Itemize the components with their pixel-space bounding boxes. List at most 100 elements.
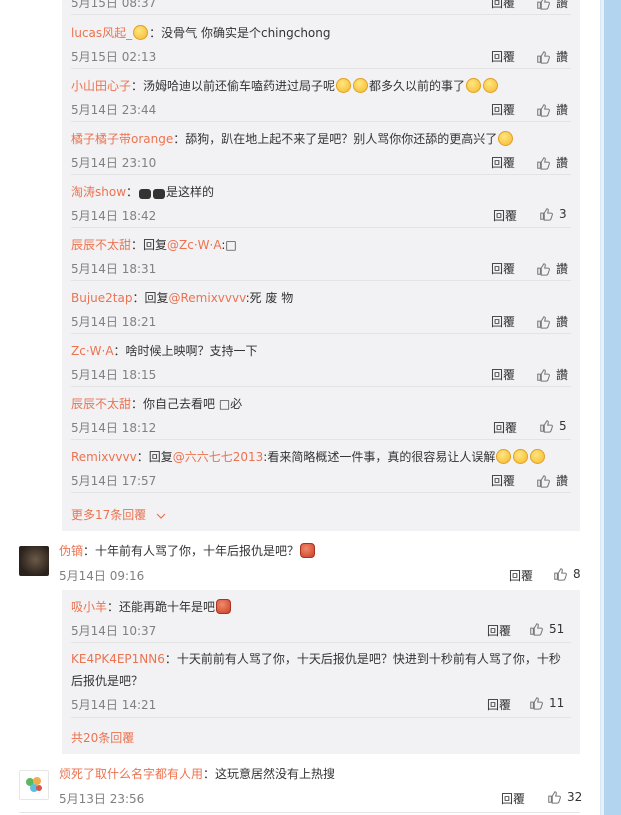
reply-button[interactable]: 回覆	[487, 622, 511, 639]
chevron-down-icon	[156, 513, 166, 519]
like-button[interactable]: 讚	[536, 472, 568, 489]
reply-row: Remixvvvv：回复@六六七七2013:看来简略概述一件事，真的很容易让人误…	[71, 448, 571, 494]
thumbs-up-icon	[548, 791, 561, 804]
like-button[interactable]: 3	[539, 207, 567, 221]
reply-button[interactable]: 回覆	[491, 0, 515, 11]
reply-content-2: 都多久以前的事了	[369, 79, 466, 93]
reply-text: 吸小羊：还能再跪十年是吧	[71, 598, 232, 616]
thumbs-up-icon	[537, 0, 550, 10]
reply-username[interactable]: Remixvvvv	[71, 450, 137, 464]
comment-text: 伪镝：十年前有人骂了你，十年后报仇是吧？	[59, 542, 316, 560]
like-button[interactable]: 51	[529, 622, 564, 636]
reply-button[interactable]: 回覆	[491, 260, 515, 277]
reply-username[interactable]: Zc·W·A	[71, 344, 114, 358]
reply-username[interactable]: 橘子橘子带orange	[71, 132, 173, 146]
mention-link[interactable]: @Zc·W·A	[167, 238, 221, 252]
like-button[interactable]: 讚	[536, 313, 568, 330]
thumbs-up-icon	[537, 156, 550, 170]
thumbs-up-icon	[530, 697, 543, 710]
reply-content: ：你自己去看吧 □必	[131, 397, 243, 411]
comment-content: ：十年前有人骂了你，十年后报仇是吧？	[83, 544, 300, 558]
reply-row: 辰辰不太甜：你自己去看吧 □必 5月14日 18:12 回覆 5	[71, 395, 571, 441]
reply-button[interactable]: 回覆	[491, 101, 515, 118]
reply-button[interactable]: 回覆	[487, 696, 511, 713]
like-count: 32	[567, 790, 583, 804]
reply-button[interactable]: 回覆	[493, 419, 517, 436]
like-button[interactable]: 讚	[536, 0, 568, 11]
reply-time: 5月14日 23:10	[71, 156, 157, 170]
like-button[interactable]: 8	[553, 567, 581, 581]
emoji-icon	[216, 599, 232, 614]
reply-text: Zc·W·A：啥时候上映啊？支持一下	[71, 342, 258, 360]
reply-row: 吸小羊：还能再跪十年是吧 5月14日 10:37 回覆 51	[71, 598, 571, 644]
like-button[interactable]: 5	[539, 419, 567, 433]
reply-text: 辰辰不太甜：你自己去看吧 □必	[71, 395, 242, 413]
comment-username[interactable]: 烦死了取什么名字都有人用	[59, 767, 203, 781]
reply-button[interactable]: 回覆	[509, 567, 533, 584]
emoji-icon	[139, 189, 152, 199]
like-button[interactable]: 讚	[536, 260, 568, 277]
like-button[interactable]: 讚	[536, 48, 568, 65]
reply-button[interactable]: 回覆	[491, 366, 515, 383]
reply-row: Bujue2tap：回复@Remixvvvv:死 废 物 5月14日 18:21…	[71, 289, 571, 335]
reply-time: 5月14日 18:42	[71, 209, 157, 223]
reply-time: 5月14日 17:57	[71, 474, 157, 488]
like-button[interactable]: 32	[547, 790, 582, 804]
reply-prefix: ：回复	[136, 450, 173, 464]
reply-content: 是这样的	[166, 185, 215, 199]
thumbs-up-icon	[554, 568, 567, 581]
reply-button[interactable]: 回覆	[501, 790, 525, 807]
reply-button[interactable]: 回覆	[491, 472, 515, 489]
reply-username[interactable]: 吸小羊	[71, 600, 107, 614]
reply-content: :看来简略概述一件事，真的很容易让人误解	[263, 450, 496, 464]
reply-username[interactable]: Bujue2tap	[71, 291, 132, 305]
avatar[interactable]	[19, 546, 49, 576]
reply-username[interactable]: 辰辰不太甜	[71, 238, 131, 252]
like-button[interactable]: 11	[529, 696, 564, 710]
reply-username[interactable]: 小山田心子	[71, 79, 131, 93]
more-replies-link[interactable]: 更多17条回覆	[71, 506, 166, 523]
reply-username[interactable]: 辰辰不太甜	[71, 397, 131, 411]
reply-time: 5月14日 18:31	[71, 262, 157, 276]
thumbs-up-icon	[537, 50, 550, 64]
reply-text: lucas风起_ ：没骨气 你确实是个chingchong	[71, 24, 331, 42]
reply-content: ：还能再跪十年是吧	[107, 600, 216, 614]
reply-button[interactable]: 回覆	[491, 154, 515, 171]
emoji-icon	[353, 78, 369, 93]
thumbs-up-icon	[540, 208, 553, 221]
emoji-icon	[336, 78, 352, 93]
comment-text: 烦死了取什么名字都有人用：这玩意居然没有上热搜	[59, 765, 335, 783]
like-button[interactable]: 讚	[536, 154, 568, 171]
thumbs-up-icon	[537, 315, 550, 329]
emoji-icon	[300, 543, 316, 558]
reply-button[interactable]: 回覆	[493, 207, 517, 224]
reply-row: KE4PK4EP1NN6：十天前前有人骂了你，十天后报仇是吧？快进到十秒前有人骂…	[71, 648, 571, 718]
reply-button[interactable]: 回覆	[491, 313, 515, 330]
comment: 伪镝：十年前有人骂了你，十年后报仇是吧？ 5月14日 09:16 回覆 8	[59, 540, 581, 586]
comment-username[interactable]: 伪镝	[59, 544, 83, 558]
avatar-logo-icon	[26, 777, 42, 792]
like-button[interactable]: 讚	[536, 101, 568, 118]
like-label: 讚	[556, 50, 569, 64]
mention-link[interactable]: @六六七七2013	[173, 450, 264, 464]
reply-content: ：没骨气 你确实是个chingchong	[149, 26, 331, 40]
thumbs-up-icon	[537, 474, 550, 488]
reply-time: 5月14日 18:15	[71, 368, 157, 382]
mention-link[interactable]: @Remixvvvv	[169, 291, 246, 305]
like-count: 3	[559, 207, 567, 221]
reply-username[interactable]: KE4PK4EP1NN6	[71, 652, 165, 666]
like-count: 8	[573, 567, 581, 581]
reply-username[interactable]: 淘涛show	[71, 185, 126, 199]
reply-text: 小山田心子：汤姆哈迪以前还偷车嗑药进过局子呢 都多久以前的事了	[71, 77, 499, 95]
like-button[interactable]: 讚	[536, 366, 568, 383]
emoji-icon	[530, 449, 546, 464]
emoji-icon	[466, 78, 482, 93]
thumbs-up-icon	[537, 262, 550, 276]
reply-username[interactable]: lucas风起_	[71, 26, 132, 40]
avatar[interactable]	[19, 770, 49, 800]
comment-time: 5月14日 09:16	[59, 569, 145, 583]
emoji-icon	[483, 78, 499, 93]
reply-row: Zc·W·A：啥时候上映啊？支持一下 5月14日 18:15 回覆 讚	[71, 342, 571, 388]
all-replies-link[interactable]: 共20条回覆	[71, 729, 134, 746]
reply-button[interactable]: 回覆	[491, 48, 515, 65]
